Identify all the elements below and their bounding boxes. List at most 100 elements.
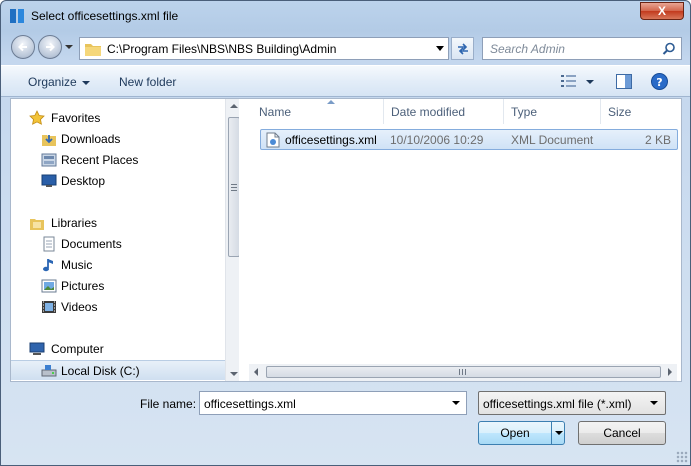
nav-item-label: Downloads xyxy=(61,132,121,146)
documents-icon xyxy=(43,236,55,252)
open-button[interactable]: Open xyxy=(478,421,565,445)
nav-pane-scrollbar[interactable] xyxy=(225,99,239,381)
nav-group-label: Favorites xyxy=(51,111,101,125)
recent-locations-dropdown-icon[interactable] xyxy=(65,43,73,51)
search-input[interactable]: Search Admin xyxy=(490,42,565,56)
nav-item-label: Desktop xyxy=(61,174,106,188)
folder-icon xyxy=(85,44,101,56)
nav-item-local-disk[interactable]: Local Disk (C:) xyxy=(11,360,225,380)
nav-item-label: Music xyxy=(61,258,93,272)
nav-item-desktop[interactable]: Desktop xyxy=(11,171,225,191)
nav-item-label: Videos xyxy=(61,300,98,314)
cancel-button[interactable]: Cancel xyxy=(578,421,666,445)
file-type-filter[interactable]: officesettings.xml file (*.xml) xyxy=(478,391,666,415)
address-row: C:\Program Files\NBS\NBS Building\Admin … xyxy=(1,33,690,63)
refresh-icon xyxy=(458,43,468,55)
downloads-icon xyxy=(42,135,56,146)
navigation-pane: Favorites Downloads Recent Places Deskto… xyxy=(11,99,239,381)
scroll-right-icon[interactable] xyxy=(668,368,672,376)
file-type-dropdown-icon xyxy=(650,401,658,405)
browser-area: Favorites Downloads Recent Places Deskto… xyxy=(10,98,682,382)
sort-ascending-icon xyxy=(327,100,335,104)
close-button[interactable]: X xyxy=(640,2,684,20)
search-icon[interactable] xyxy=(662,42,676,56)
file-list-horizontal-scrollbar[interactable] xyxy=(249,364,677,381)
horizontal-scroll-thumb[interactable] xyxy=(266,366,661,378)
window-title: Select officesettings.xml file xyxy=(31,9,179,23)
file-type-filter-value: officesettings.xml file (*.xml) xyxy=(483,397,632,411)
back-arrow-icon xyxy=(18,42,27,52)
file-name-dropdown-icon[interactable] xyxy=(452,401,460,405)
column-header-size[interactable]: Size xyxy=(601,99,661,124)
file-date-modified: 10/10/2006 10:29 xyxy=(390,133,484,147)
file-list: Name Date modified Type Size officesetti… xyxy=(245,99,681,381)
command-bar: Organize New folder ? xyxy=(1,65,690,97)
app-icon xyxy=(10,9,24,23)
nav-item-pictures[interactable]: Pictures xyxy=(11,276,225,296)
column-label: Name xyxy=(259,105,292,119)
organize-button[interactable]: Organize xyxy=(28,75,90,89)
nav-item-videos[interactable]: Videos xyxy=(11,297,225,317)
nav-item-downloads[interactable]: Downloads xyxy=(11,129,225,149)
nav-item-label: Pictures xyxy=(61,279,105,293)
scroll-down-icon[interactable] xyxy=(230,372,238,376)
desktop-icon xyxy=(41,174,57,187)
resize-grip-icon[interactable] xyxy=(676,451,688,463)
libraries-icon xyxy=(30,219,44,230)
organize-label: Organize xyxy=(28,75,77,89)
svg-text:?: ? xyxy=(656,76,662,89)
music-icon xyxy=(43,259,53,272)
nav-item-label: Recent Places xyxy=(61,153,139,167)
nav-group-libraries[interactable]: Libraries xyxy=(11,213,225,233)
refresh-button[interactable] xyxy=(451,37,474,60)
file-name-field[interactable]: officesettings.xml xyxy=(199,391,467,415)
nav-item-recent-places[interactable]: Recent Places xyxy=(11,150,225,170)
address-dropdown-icon[interactable] xyxy=(436,46,444,52)
search-box[interactable]: Search Admin xyxy=(482,37,682,60)
address-bar[interactable]: C:\Program Files\NBS\NBS Building\Admin xyxy=(79,37,449,60)
change-view-icon[interactable] xyxy=(561,75,577,87)
nav-group-favorites[interactable]: Favorites xyxy=(11,108,225,128)
file-name: officesettings.xml xyxy=(285,133,377,147)
grip-icon xyxy=(231,184,237,191)
local-disk-icon xyxy=(41,365,57,377)
help-icon[interactable]: ? xyxy=(651,73,668,90)
column-header-type[interactable]: Type xyxy=(504,99,601,124)
nav-scroll-thumb[interactable] xyxy=(228,117,239,257)
favorites-star-icon xyxy=(29,110,45,125)
nav-item-label: Documents xyxy=(61,237,122,251)
videos-icon xyxy=(42,301,56,313)
recent-places-icon xyxy=(41,153,57,167)
pictures-icon xyxy=(41,279,57,293)
scroll-up-icon[interactable] xyxy=(230,104,238,108)
grip-icon xyxy=(459,369,466,375)
file-name-value[interactable]: officesettings.xml xyxy=(204,397,296,411)
column-header-name[interactable]: Name xyxy=(252,99,384,124)
forward-button[interactable] xyxy=(38,35,62,59)
new-folder-button[interactable]: New folder xyxy=(119,75,176,89)
file-name-label: File name: xyxy=(140,397,197,411)
column-header-row: Name Date modified Type Size xyxy=(245,99,681,124)
address-path: C:\Program Files\NBS\NBS Building\Admin xyxy=(107,42,337,56)
file-type: XML Document xyxy=(511,133,594,147)
computer-icon xyxy=(29,342,45,355)
view-options-dropdown-icon[interactable] xyxy=(586,80,594,84)
nav-group-computer[interactable]: Computer xyxy=(11,339,225,359)
nav-item-documents[interactable]: Documents xyxy=(11,234,225,254)
nav-item-music[interactable]: Music xyxy=(11,255,225,275)
column-header-date-modified[interactable]: Date modified xyxy=(384,99,504,124)
open-button-label[interactable]: Open xyxy=(479,422,551,444)
scroll-left-icon[interactable] xyxy=(254,368,258,376)
back-button[interactable] xyxy=(11,35,35,59)
open-options-dropdown-icon[interactable] xyxy=(551,422,564,444)
open-file-dialog: Select officesettings.xml file X C:\Prog… xyxy=(0,0,691,466)
preview-pane-icon[interactable] xyxy=(616,74,632,89)
title-bar: Select officesettings.xml file X xyxy=(1,1,690,31)
file-row[interactable]: officesettings.xml 10/10/2006 10:29 XML … xyxy=(260,129,678,150)
file-size: 2 KB xyxy=(644,133,671,147)
nav-group-label: Computer xyxy=(51,342,104,356)
xml-file-icon xyxy=(266,132,280,148)
nav-item-label: Local Disk (C:) xyxy=(61,364,140,378)
forward-arrow-icon xyxy=(46,42,55,52)
nav-group-label: Libraries xyxy=(51,216,98,230)
